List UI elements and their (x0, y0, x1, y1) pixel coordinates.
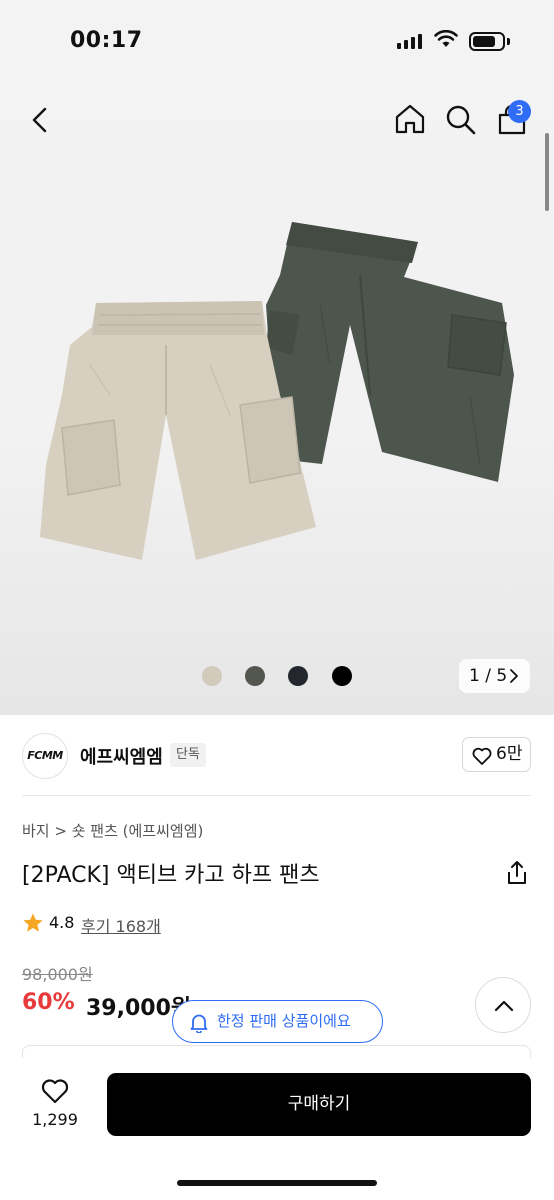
buy-button[interactable]: 구매하기 (107, 1073, 531, 1136)
product-title: [2PACK] 액티브 카고 하프 팬츠 (22, 863, 320, 888)
cart-badge: 3 (508, 100, 531, 123)
heart-icon (41, 1079, 69, 1104)
brand-like-count: 6만 (496, 744, 523, 764)
exclusive-badge: 단독 (170, 743, 206, 767)
bell-icon (190, 1014, 208, 1033)
breadcrumb[interactable]: 바지 > 숏 팬츠 (에프씨엠엠) (22, 820, 203, 841)
scrollbar[interactable] (545, 133, 549, 211)
review-link[interactable]: 후기 168개 (81, 913, 161, 937)
color-swatch-khaki[interactable] (245, 666, 265, 686)
divider (22, 795, 531, 796)
wishlist-button[interactable]: 1,299 (22, 1074, 88, 1134)
brand-logo[interactable]: FCMM (22, 733, 68, 779)
home-icon[interactable] (394, 103, 426, 135)
home-indicator (177, 1180, 377, 1186)
status-bar: 00:17 (0, 0, 554, 84)
star-icon (23, 913, 43, 932)
limited-sale-toast: 한정 판매 상품이에요 (172, 1000, 383, 1043)
back-arrow-icon[interactable] (28, 106, 52, 134)
status-time: 00:17 (70, 28, 143, 53)
color-swatch-black[interactable] (332, 666, 352, 686)
image-pager[interactable]: 1 / 5 (459, 659, 530, 693)
share-icon[interactable] (505, 860, 529, 886)
original-price: 98,000원 (22, 965, 93, 984)
wifi-icon (434, 30, 458, 47)
color-swatch-navy[interactable] (288, 666, 308, 686)
product-image (40, 222, 514, 560)
battery-icon (469, 32, 505, 51)
pager-text: 1 / 5 (469, 666, 508, 686)
scroll-to-top-button[interactable] (475, 977, 531, 1033)
search-icon[interactable] (445, 104, 477, 136)
chevron-up-icon (494, 1000, 514, 1012)
color-swatch-beige[interactable] (202, 666, 222, 686)
chevron-right-icon (510, 669, 518, 683)
discount-rate: 60% (22, 990, 75, 1015)
rating-value: 4.8 (49, 913, 75, 932)
brand-like-button[interactable]: 6만 (462, 737, 531, 772)
brand-name[interactable]: 에프씨엠엠 (80, 743, 163, 769)
heart-icon (472, 747, 492, 765)
toast-text: 한정 판매 상품이에요 (217, 1012, 351, 1030)
wishlist-count: 1,299 (32, 1110, 78, 1129)
signal-icon (397, 33, 423, 49)
